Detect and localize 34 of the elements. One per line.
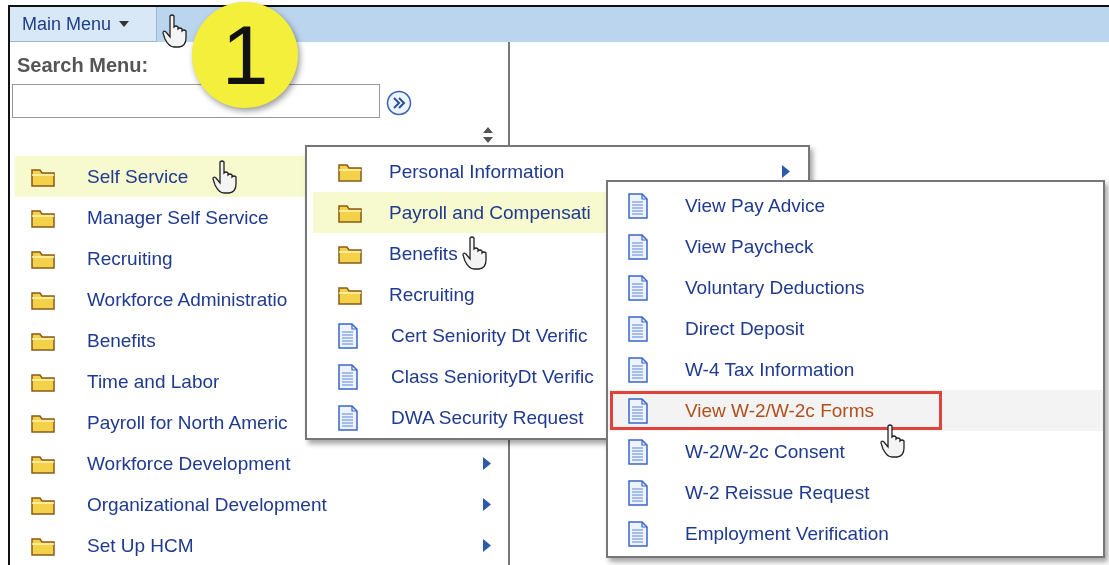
document-icon [627,438,649,465]
document-icon [627,479,649,506]
document-icon [337,404,359,431]
search-go-button[interactable] [386,90,412,116]
menu-item[interactable]: View W-2/W-2c Forms [608,390,1103,431]
menu-item[interactable]: W-4 Tax Information [608,349,1103,390]
menu-item[interactable]: Workforce Development [15,443,503,484]
submenu-arrow-icon [483,457,491,470]
submenu-arrow-icon [483,539,491,552]
caret-icon [119,21,130,27]
document-icon [337,363,359,390]
menu-item[interactable]: Direct Deposit [608,308,1103,349]
document-icon [627,356,649,383]
hand-cursor-icon [880,424,906,458]
sort-icon[interactable] [482,126,494,144]
document-icon [627,233,649,260]
document-icon [627,315,649,342]
document-icon [627,274,649,301]
menu-item[interactable]: Set Up HCM [15,525,503,565]
hand-cursor-icon [462,236,488,270]
document-icon [627,520,649,547]
search-label: Search Menu: [17,54,149,77]
submenu-arrow-icon [483,498,491,511]
menu-item[interactable]: Voluntary Deductions [608,267,1103,308]
document-icon [337,322,359,349]
document-icon [627,397,649,424]
menu-item[interactable]: W-2/W-2c Consent [608,431,1103,472]
menu-item[interactable]: Employment Verification [608,513,1103,554]
menu-item[interactable]: Organizational Development [15,484,503,525]
hand-cursor-icon [212,160,238,194]
document-icon [627,192,649,219]
main-menu-button[interactable]: Main Menu [10,7,157,42]
menu-item[interactable]: W-2 Reissue Request [608,472,1103,513]
submenu-arrow-icon [782,165,790,178]
